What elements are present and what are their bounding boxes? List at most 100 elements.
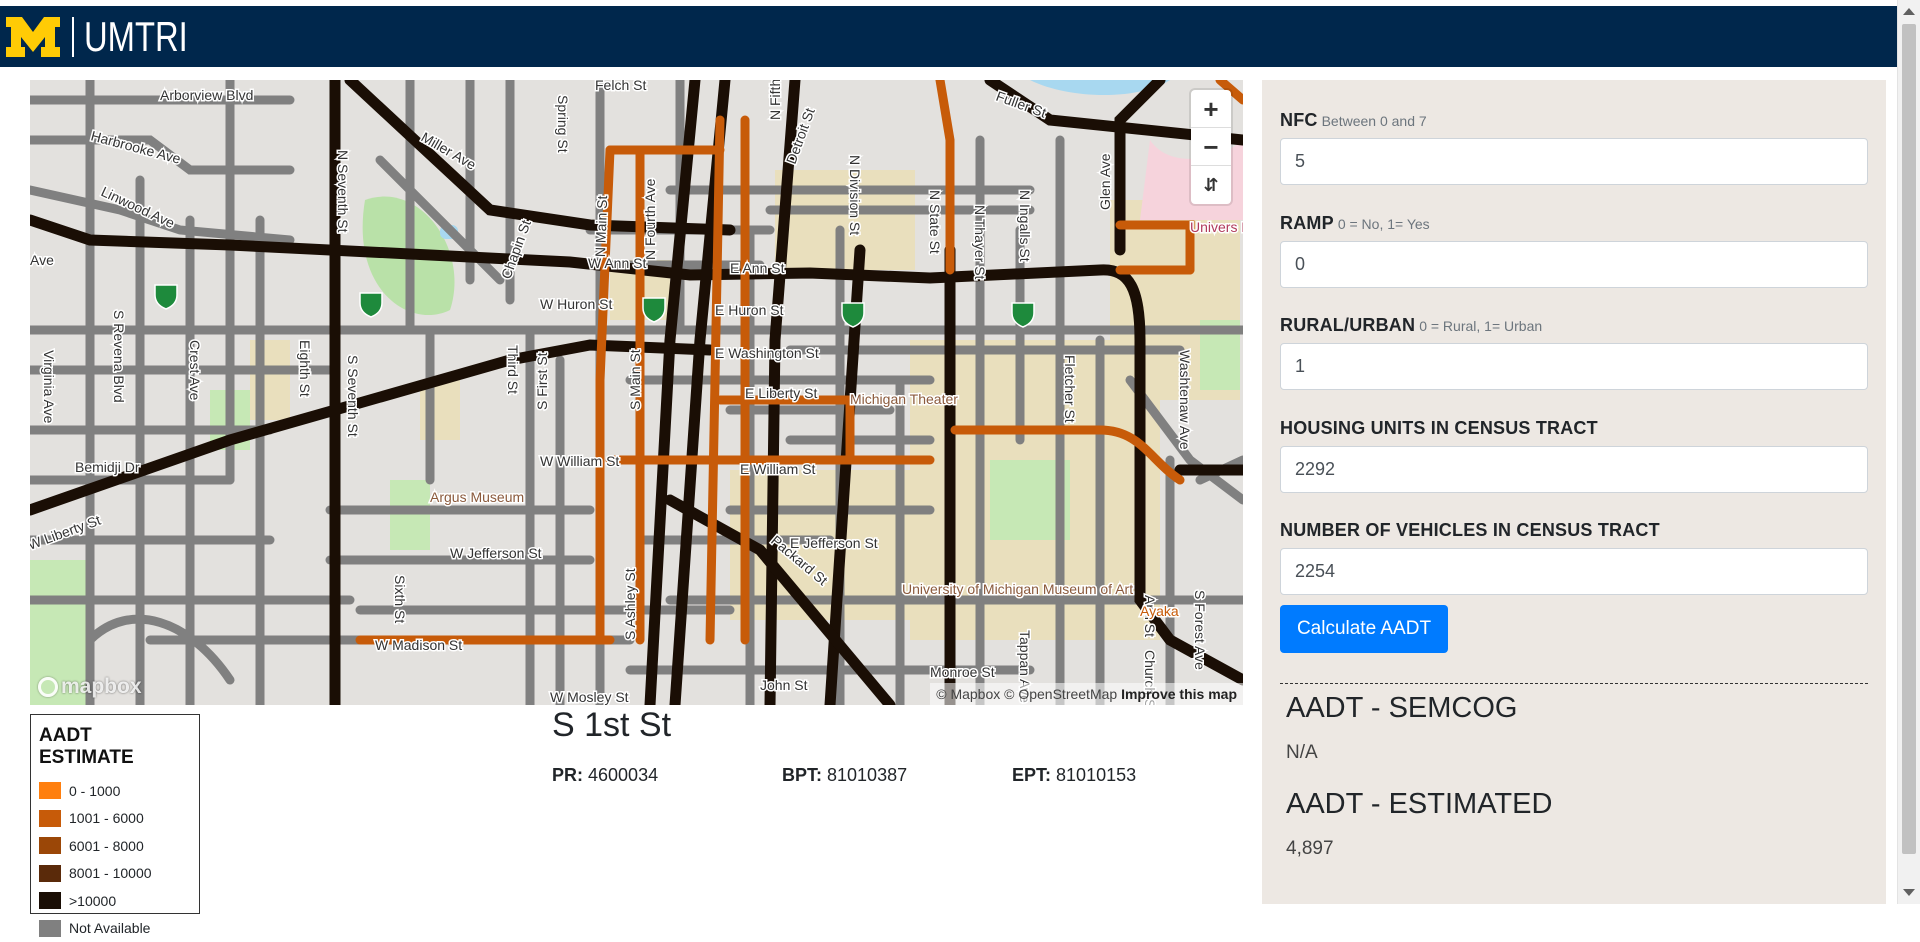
street-label: N Fifth Ave xyxy=(767,80,783,120)
calculate-aadt-button[interactable]: Calculate AADT xyxy=(1280,605,1448,653)
street-label: W Jefferson St xyxy=(450,545,542,561)
zoom-in-button[interactable]: + xyxy=(1191,90,1231,128)
aadt-legend: AADT ESTIMATE 0 - 1000 1001 - 6000 6001 - … xyxy=(30,714,200,914)
street-label: Fuller St xyxy=(994,88,1049,121)
street-label: Fletcher St xyxy=(1062,355,1078,423)
mapbox-logo-text: mapbox xyxy=(61,675,142,699)
street-label: Third St xyxy=(505,345,521,394)
poi-label: University of Michigan Museum of Art xyxy=(902,581,1133,597)
app-header: UMTRI xyxy=(0,6,1898,67)
rural-urban-hint: 0 = Rural, 1= Urban xyxy=(1419,318,1542,334)
street-label: Crest Ave xyxy=(187,340,203,401)
nfc-label: NFC xyxy=(1280,110,1318,130)
nfc-group: NFCBetween 0 and 7 5 xyxy=(1280,110,1868,185)
bpt-value: 81010387 xyxy=(827,765,907,785)
road-name: S 1st St xyxy=(552,706,671,745)
legend-item: 6001 - 8000 xyxy=(39,832,191,860)
street-label: S First St xyxy=(534,352,550,410)
vehicles-group: NUMBER OF VEHICLES IN CENSUS TRACT 2254 xyxy=(1280,520,1868,595)
street-label: E Huron St xyxy=(715,302,784,318)
improve-map-link[interactable]: Improve this map xyxy=(1121,686,1237,702)
vehicles-label: NUMBER OF VEHICLES IN CENSUS TRACT xyxy=(1280,520,1868,541)
street-label: Arborview Blvd xyxy=(160,87,253,103)
street-label: Sixth St xyxy=(392,575,408,623)
pr-value: 4600034 xyxy=(588,765,658,785)
street-label: Harbrooke Ave xyxy=(89,127,183,166)
street-label: Chapin St xyxy=(498,218,534,281)
legend-swatch xyxy=(39,837,61,854)
legend-swatch xyxy=(39,892,61,909)
street-label: E Jefferson St xyxy=(790,535,878,551)
page-scrollbar[interactable] xyxy=(1897,0,1920,904)
legend-title: AADT ESTIMATE xyxy=(39,725,191,769)
michigan-logo-icon[interactable] xyxy=(6,17,60,57)
street-label: N Thayer St xyxy=(972,205,988,280)
compass-icon[interactable]: ⇵ xyxy=(1191,166,1231,203)
street-label: W Madison St xyxy=(375,637,462,653)
street-label: W William St xyxy=(540,453,619,469)
map-canvas[interactable]: Arborview Blvd Felch St Fuller St Harbro… xyxy=(30,80,1243,705)
legend-item: Not Available xyxy=(39,915,191,942)
street-label: W Mosley St xyxy=(550,689,629,705)
vehicles-input[interactable]: 2254 xyxy=(1280,548,1868,595)
street-label: Virginia Ave xyxy=(41,350,57,424)
rural-urban-group: RURAL/URBAN0 = Rural, 1= Urban 1 xyxy=(1280,315,1868,390)
street-label: Glen Ave xyxy=(1097,153,1113,210)
legend-label: 6001 - 8000 xyxy=(69,838,144,854)
zoom-out-button[interactable]: − xyxy=(1191,128,1231,166)
street-label: W Ann St xyxy=(588,255,646,271)
road-identifiers: PR: 4600034 BPT: 81010387 EPT: 81010153 xyxy=(552,765,1242,786)
legend-swatch xyxy=(39,810,61,827)
estimated-value: 4,897 xyxy=(1286,838,1334,860)
street-label: John St xyxy=(760,677,808,693)
brand-name[interactable]: UMTRI xyxy=(84,16,188,58)
legend-label: Not Available xyxy=(69,920,150,936)
street-label: N Main St xyxy=(592,195,610,257)
street-label: W Huron St xyxy=(540,296,612,312)
street-label: E Washington St xyxy=(715,345,819,361)
legend-swatch xyxy=(39,920,61,937)
mapbox-logo[interactable]: mapbox xyxy=(38,675,142,699)
scroll-down-icon[interactable] xyxy=(1903,889,1915,896)
logo-separator xyxy=(72,17,74,57)
housing-label: HOUSING UNITS IN CENSUS TRACT xyxy=(1280,418,1868,439)
scroll-thumb[interactable] xyxy=(1902,24,1916,854)
street-label: Bemidji Dr xyxy=(75,459,140,475)
ept-label: EPT: xyxy=(1012,765,1051,785)
bpt-field: BPT: 81010387 xyxy=(782,765,1012,786)
map-zoom-control: + − ⇵ xyxy=(1191,90,1231,204)
street-label: Washtenaw Ave xyxy=(1177,350,1193,450)
poi-label: Ayaka xyxy=(1140,603,1179,619)
street-label: Felch St xyxy=(595,80,646,93)
semcog-heading: AADT - SEMCOG xyxy=(1286,692,1518,725)
rural-urban-input[interactable]: 1 xyxy=(1280,343,1868,390)
legend-swatch xyxy=(39,865,61,882)
map-attribution: © Mapbox © OpenStreetMap Improve this ma… xyxy=(930,683,1243,705)
attribution-text[interactable]: © Mapbox © OpenStreetMap xyxy=(936,686,1117,702)
street-label: E Ann St xyxy=(730,260,785,276)
street-label: E William St xyxy=(740,461,816,477)
street-label: Monroe St xyxy=(930,664,995,680)
semcog-value: N/A xyxy=(1286,742,1318,764)
legend-label: 1001 - 6000 xyxy=(69,810,144,826)
legend-item: 8001 - 10000 xyxy=(39,860,191,888)
ramp-input[interactable]: 0 xyxy=(1280,241,1868,288)
poi-label: Argus Museum xyxy=(430,489,524,505)
aadt-map[interactable]: Arborview Blvd Felch St Fuller St Harbro… xyxy=(30,80,1243,705)
street-label: S Revena Blvd xyxy=(111,310,127,403)
street-label: Eighth St xyxy=(297,340,313,397)
ramp-label: RAMP xyxy=(1280,213,1334,233)
legend-label: 0 - 1000 xyxy=(69,783,120,799)
nfc-input[interactable]: 5 xyxy=(1280,138,1868,185)
scroll-up-icon[interactable] xyxy=(1903,8,1915,15)
housing-input[interactable]: 2292 xyxy=(1280,446,1868,493)
nfc-label-row: NFCBetween 0 and 7 xyxy=(1280,110,1868,131)
mapbox-logo-icon xyxy=(38,677,58,697)
street-label: N State St xyxy=(927,190,943,254)
poi-label: Michigan Theater xyxy=(850,391,958,407)
legend-label: 8001 - 10000 xyxy=(69,865,152,881)
street-label: N Ingalls St xyxy=(1017,190,1033,262)
pr-field: PR: 4600034 xyxy=(552,765,782,786)
rural-urban-label-row: RURAL/URBAN0 = Rural, 1= Urban xyxy=(1280,315,1868,336)
estimated-heading: AADT - ESTIMATED xyxy=(1286,788,1552,821)
